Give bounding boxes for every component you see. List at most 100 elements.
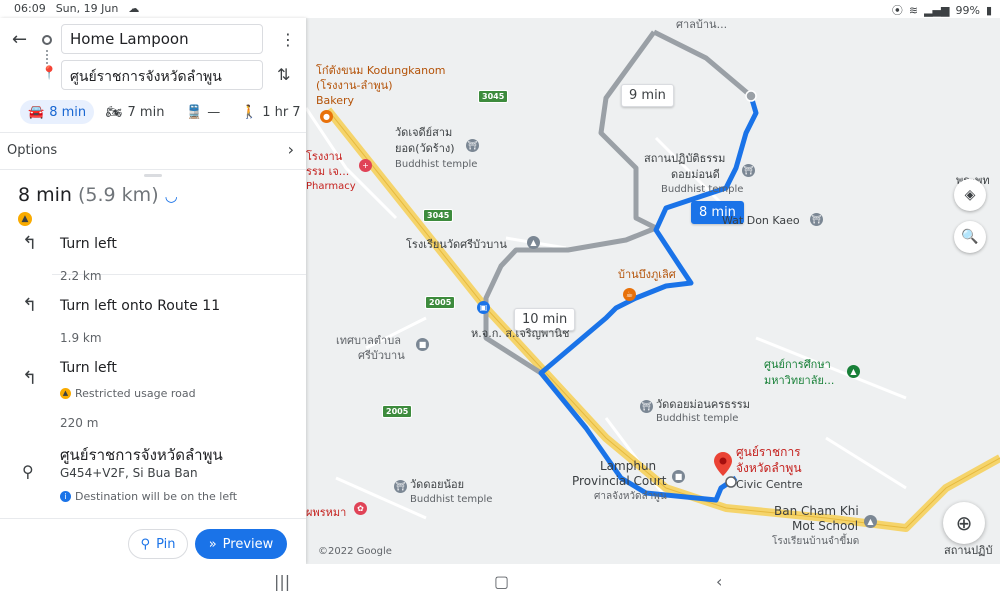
temple-icon[interactable]: ⛩ — [742, 164, 755, 177]
place-destination-b: จังหวัดลำพูน — [736, 461, 802, 475]
back-arrow-icon[interactable]: ← — [12, 29, 27, 50]
mode-driving[interactable]: 🚘 8 min — [20, 100, 95, 124]
court-icon[interactable]: ■ — [672, 470, 685, 483]
place-shop: ห.จ.ก. ส.เจริญพานิช — [471, 327, 570, 340]
temple-icon[interactable]: ⛩ — [394, 480, 407, 493]
place-temple1-c: Buddhist temple — [395, 159, 478, 170]
motorbike-icon: 🏍 — [106, 104, 123, 120]
route-label-alt1[interactable]: 9 min — [621, 84, 674, 107]
search-map-button[interactable]: 🔍 — [954, 221, 986, 253]
map-view[interactable]: 9 min 8 min 10 min 3045 3045 2005 2005 โ… — [306, 18, 1000, 564]
place-edu-b: มหาวิทยาลัย... — [764, 374, 835, 387]
back-icon[interactable]: ‹ — [716, 572, 722, 591]
school-icon[interactable]: ▲ — [864, 515, 877, 528]
destination-flag-icon: ⚲ — [22, 462, 34, 481]
mode-motorbike[interactable]: 🏍 7 min — [106, 100, 164, 124]
turn-left-icon: ↰ — [22, 368, 38, 389]
mode-driving-label: 8 min — [49, 104, 87, 120]
place-cafe: บ้านบึงภูเลิศ — [618, 268, 676, 281]
place-temple1-b: ยอด(วัดร้าง) — [395, 142, 455, 155]
place-municipality-b: ศรีบัวบาน — [358, 349, 405, 362]
options-row[interactable]: Options › — [0, 132, 306, 170]
screen: 06:09 Sun, 19 Jun ☁ ⦿ ≋ ▂▄▆ 99% ▮ 9 min … — [0, 0, 1000, 599]
car-icon: 🚘 — [28, 104, 45, 120]
my-location-button[interactable]: ⊕ — [943, 502, 985, 544]
school-icon[interactable]: ▲ — [527, 236, 540, 249]
pin-label: Pin — [156, 536, 176, 552]
route-summary: 8 min (5.9 km) ◡ — [18, 184, 178, 206]
step-text: Turn left onto Route 11 — [60, 298, 221, 314]
drag-handle[interactable] — [144, 174, 162, 177]
preview-label: Preview — [222, 536, 274, 552]
cafe-icon[interactable]: ☕ — [623, 288, 636, 301]
place-watdoimon: วัดดอยม่อนครธรรม — [656, 398, 750, 411]
mode-transit[interactable]: 🚆 — — [186, 100, 220, 124]
place-practice-c: Buddhist temple — [661, 184, 744, 195]
layers-button[interactable]: ◈ — [954, 179, 986, 211]
shop-icon[interactable]: ✿ — [354, 502, 367, 515]
place-temple1: วัดเจดีย์สาม — [395, 126, 453, 139]
temple-icon[interactable]: ⛩ — [810, 213, 823, 226]
divider — [0, 169, 306, 170]
step-text: Turn left — [60, 360, 117, 376]
place-court-b: Provincial Court — [572, 474, 667, 488]
pin-button[interactable]: ⚲ Pin — [128, 529, 188, 559]
step-address: G454+V2F, Si Bua Ban — [60, 466, 198, 480]
step-distance: 220 m — [60, 416, 99, 430]
step-note-text: Destination will be on the left — [75, 490, 238, 503]
place-bakery: Bakery — [316, 94, 355, 107]
place-watdoimon-b: Buddhist temple — [656, 413, 739, 424]
step-distance: 2.2 km — [60, 269, 102, 283]
options-label: Options — [7, 143, 58, 158]
shop-icon[interactable]: ▣ — [477, 301, 490, 314]
signal-icon: ▂▄▆ — [924, 3, 950, 17]
system-nav-bar: ||| ▢ ‹ — [0, 564, 1000, 599]
search-icon: 🔍 — [961, 229, 979, 245]
more-options-icon[interactable]: ⋮ — [280, 30, 296, 49]
pin-icon: ⚲ — [140, 536, 151, 552]
status-time: 06:09 — [14, 2, 46, 15]
home-icon[interactable]: ▢ — [494, 572, 509, 591]
step-note: ▲ Restricted usage road — [60, 387, 196, 400]
place-right-b: สถานปฏิบั — [944, 544, 993, 557]
place-court-c: ศาลจังหวัดลำพูน — [594, 491, 667, 502]
swap-icon[interactable]: ⇅ — [277, 65, 290, 84]
origin-field[interactable]: Home Lampoon — [61, 24, 263, 54]
pharmacy-icon[interactable]: + — [359, 159, 372, 172]
turn-left-icon: ↰ — [22, 233, 38, 254]
mode-walking[interactable]: 🚶 1 hr 7 — [241, 100, 301, 124]
summary-distance: (5.9 km) — [78, 184, 159, 206]
destination-pin-icon[interactable] — [714, 452, 732, 476]
cloud-icon: ☁ — [128, 2, 140, 15]
education-icon[interactable]: ▲ — [847, 365, 860, 378]
origin-dot-icon — [42, 35, 52, 45]
place-school2: Ban Cham Khi — [774, 504, 859, 518]
place-practice: สถานปฏิบัติธรรม — [644, 152, 726, 165]
preview-button[interactable]: » Preview — [195, 529, 287, 559]
place-practice-b: ดอยม่อนดี — [671, 168, 720, 181]
mode-walking-label: 1 hr 7 — [262, 104, 301, 120]
step-distance: 1.9 km — [60, 331, 102, 345]
temple-icon[interactable]: ⛩ — [466, 139, 479, 152]
info-icon: i — [60, 491, 71, 502]
route-shield: 3045 — [423, 209, 454, 222]
divider — [0, 518, 306, 519]
recent-apps-icon[interactable]: ||| — [274, 572, 290, 591]
place-kodungkanom[interactable]: โก๋ตังขนม Kodungkanom — [316, 64, 446, 77]
status-date: Sun, 19 Jun — [55, 2, 119, 15]
government-icon[interactable]: ■ — [416, 338, 429, 351]
place-left-bottom: ผพรหมา — [306, 506, 347, 519]
place-pharmacy: Pharmacy — [306, 181, 356, 192]
place-civic: Civic Centre — [736, 478, 803, 491]
temple-icon[interactable]: ⛩ — [640, 400, 653, 413]
place-destination: ศูนย์ราชการ — [736, 445, 801, 459]
place-school2-b: Mot School — [792, 519, 859, 533]
turn-left-icon: ↰ — [22, 295, 38, 316]
destination-field[interactable]: ศูนย์ราชการจังหวัดลำพูน — [61, 60, 263, 90]
layers-icon: ◈ — [964, 187, 976, 203]
step-note: i Destination will be on the left — [60, 490, 237, 503]
map-copyright: ©2022 Google — [318, 546, 392, 557]
place-pharmacy-th: โรงงาน — [306, 150, 343, 163]
route-dots — [46, 50, 48, 64]
bakery-icon[interactable]: ● — [320, 110, 333, 123]
